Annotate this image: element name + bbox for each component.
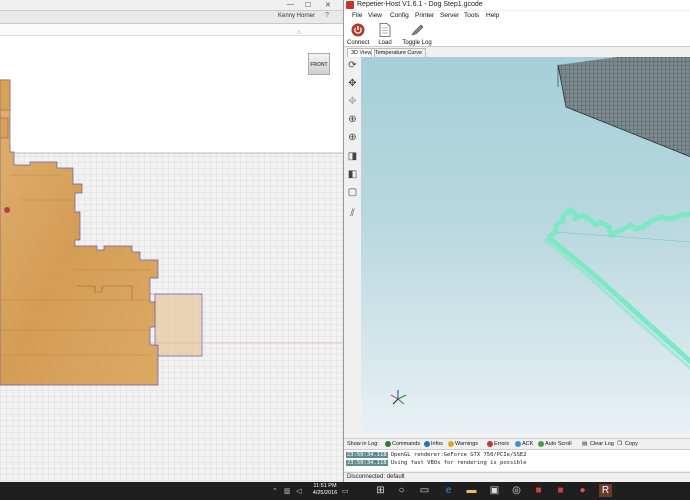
clock-date: 4/25/2016 <box>312 490 338 496</box>
menu-printer[interactable]: Printer <box>415 12 434 19</box>
isometric-view-icon[interactable]: ◨ <box>346 150 359 163</box>
clear-log-icon[interactable]: ▤ <box>582 441 587 447</box>
app-icon[interactable]: ◎ <box>510 484 523 497</box>
document-icon <box>379 23 391 37</box>
commands-toggle[interactable] <box>385 441 391 447</box>
connection-status: Disconnected: default <box>347 474 405 480</box>
ack-label[interactable]: ACK <box>522 441 533 447</box>
commands-label[interactable]: Commands <box>392 441 420 447</box>
view-tools-sidebar: ⟳ ✥ ✥ ⊕ ⊕ ◨ ◧ ▢ ⫽ <box>344 57 361 434</box>
menu-view[interactable]: View <box>368 12 382 19</box>
log-row: 23:50:34.118 OpenGL renderer:GeForce GTX … <box>346 452 527 460</box>
clock[interactable]: 11:51 PM 4/25/2016 <box>311 483 339 497</box>
task-view-icon[interactable]: ▭ <box>418 484 431 497</box>
app-red2-icon[interactable]: ■ <box>554 484 567 497</box>
help-icon[interactable]: ? <box>325 12 329 19</box>
zoom-icon[interactable]: ⊕ <box>346 131 359 144</box>
rotate-icon[interactable]: ⟳ <box>346 59 359 72</box>
load-button[interactable]: Load <box>374 23 396 46</box>
view-cube[interactable]: FRONT <box>306 49 334 77</box>
copy-button[interactable]: Copy <box>625 441 638 447</box>
search-icon[interactable]: ○ <box>395 484 408 497</box>
close-icon[interactable]: ✕ <box>325 1 331 9</box>
start-icon[interactable]: ⊞ <box>374 484 387 497</box>
volume-icon[interactable]: ◁ <box>296 487 301 495</box>
cad-title-bar: — ☐ ✕ <box>0 0 343 11</box>
repetier-title-bar: Repetier-Host V1.6.1 - Dog Step1.gcode <box>344 0 690 10</box>
menu-config[interactable]: Config <box>390 12 409 19</box>
app-sp-icon[interactable]: ● <box>576 484 589 497</box>
main-toolbar: Connect Load Toggle Log <box>344 22 690 47</box>
store-icon[interactable]: ▣ <box>488 484 501 497</box>
log-panel[interactable]: 23:50:34.118 OpenGL renderer:GeForce GTX … <box>344 449 690 471</box>
log-timestamp: 23:50:34.118 <box>346 452 388 458</box>
infos-toggle[interactable] <box>424 441 430 447</box>
repetier-taskbar-icon[interactable]: R <box>599 484 612 497</box>
move-icon[interactable]: ✥ <box>346 77 359 90</box>
ack-toggle[interactable] <box>515 441 521 447</box>
infos-label[interactable]: Infos <box>431 441 443 447</box>
auto-scroll-label[interactable]: Auto Scroll <box>545 441 572 447</box>
notifications-icon[interactable]: ▭ <box>342 487 349 495</box>
tab-temperature-curve[interactable]: Temperature Curve <box>371 48 427 57</box>
cad-toolbar: ⌂ <box>0 24 343 36</box>
print-preview <box>390 57 690 405</box>
log-filter-bar: Show in Log: Commands Infos Warnings Err… <box>344 438 690 449</box>
taskbar: ⌃ ▥ ◁ 11:51 PM 4/25/2016 ▭ ⊞ ○ ▭ e ▬ ▣ ◎… <box>0 482 690 500</box>
minimize-icon[interactable]: — <box>287 1 294 8</box>
power-icon <box>351 23 365 37</box>
warnings-toggle[interactable] <box>448 441 454 447</box>
front-view-icon[interactable]: ◧ <box>346 168 359 181</box>
show-in-log-label: Show in Log: <box>347 441 379 447</box>
home-icon[interactable]: ⌂ <box>297 30 301 36</box>
menu-help[interactable]: Help <box>486 12 499 19</box>
menu-bar: File View Config Printer Server Tools He… <box>344 11 690 22</box>
repetier-window: Repetier-Host V1.6.1 - Dog Step1.gcode F… <box>343 0 690 482</box>
errors-label[interactable]: Errors <box>494 441 509 447</box>
load-label: Load <box>378 40 392 46</box>
log-timestamp: 23:50:34.118 <box>346 460 388 466</box>
3d-view[interactable] <box>361 57 690 434</box>
top-view-icon[interactable]: ▢ <box>346 186 359 199</box>
auto-scroll-toggle[interactable] <box>538 441 544 447</box>
repetier-logo <box>346 1 354 9</box>
clear-log-button[interactable]: Clear Log <box>590 441 614 447</box>
parallel-projection-icon[interactable]: ⫽ <box>346 207 359 220</box>
status-bar: Disconnected: default <box>344 472 690 482</box>
cad-window: — ☐ ✕ Kenny Horner ? ⌂ FRONT <box>0 0 343 482</box>
edge-icon[interactable]: e <box>442 484 455 497</box>
menu-file[interactable]: File <box>352 12 362 19</box>
menu-tools[interactable]: Tools <box>464 12 479 19</box>
log-message: OpenGL renderer:GeForce GTX 750/PCIe/SSE… <box>390 452 527 458</box>
errors-toggle[interactable] <box>487 441 493 447</box>
user-menu[interactable]: Kenny Horner <box>278 13 315 19</box>
warnings-label[interactable]: Warnings <box>455 441 478 447</box>
toggle-log-button[interactable]: Toggle Log <box>402 23 432 46</box>
app-red-icon[interactable]: ■ <box>532 484 545 497</box>
log-row: 23:50:34.118 Using fast VBOs for renderin… <box>346 460 527 468</box>
pen-icon <box>411 24 424 36</box>
copy-icon[interactable]: ❐ <box>617 441 622 447</box>
tray-up-icon[interactable]: ⌃ <box>272 487 278 495</box>
maximize-icon[interactable]: ☐ <box>305 1 311 9</box>
window-title: Repetier-Host V1.6.1 - Dog Step1.gcode <box>357 1 483 8</box>
cad-user-bar: Kenny Horner ? <box>0 11 343 24</box>
zoom-in-icon[interactable]: ⊕ <box>346 113 359 126</box>
file-explorer-icon[interactable]: ▬ <box>465 484 478 497</box>
network-icon[interactable]: ▥ <box>284 487 291 495</box>
axis-indicator <box>390 390 407 405</box>
toggle-log-label: Toggle Log <box>402 40 432 46</box>
view-cube-front[interactable]: FRONT <box>308 53 330 75</box>
view-tabs: 3D View Temperature Curve <box>344 47 690 57</box>
log-message: Using fast VBOs for rendering is possibl… <box>390 460 527 466</box>
cad-viewport[interactable] <box>0 0 343 482</box>
menu-server[interactable]: Server <box>440 12 459 19</box>
clock-time: 11:51 PM <box>313 483 337 489</box>
move-object-icon[interactable]: ✥ <box>346 95 359 108</box>
connect-label: Connect <box>347 40 370 46</box>
connect-button[interactable]: Connect <box>347 23 369 46</box>
